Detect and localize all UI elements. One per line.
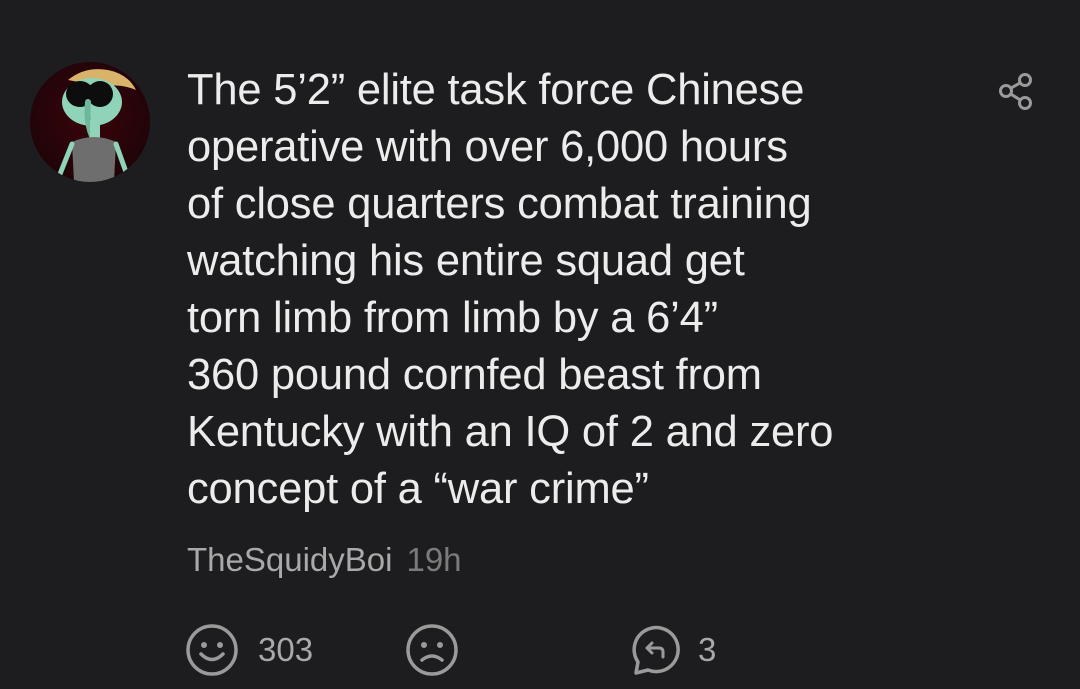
reply-icon — [632, 625, 680, 675]
post-body-text: The 5’2” elite task force Chinese operat… — [187, 66, 834, 513]
like-count: 303 — [258, 631, 314, 668]
timestamp: 19h — [406, 541, 462, 578]
share-button[interactable] — [994, 70, 1038, 114]
smile-icon — [186, 624, 238, 676]
reply-button[interactable]: 3 — [628, 622, 716, 678]
avatar-illustration — [57, 69, 136, 182]
post-meta: TheSquidyBoi 19h — [187, 538, 462, 582]
dislike-button[interactable] — [404, 622, 460, 678]
post-card: The 5’2” elite task force Chinese operat… — [0, 0, 1080, 689]
reply-count: 3 — [698, 631, 717, 668]
like-button[interactable]: 303 — [184, 622, 313, 678]
username[interactable]: TheSquidyBoi — [187, 541, 392, 578]
avatar[interactable] — [30, 62, 150, 182]
frown-icon — [406, 624, 458, 676]
share-icon — [999, 73, 1032, 110]
